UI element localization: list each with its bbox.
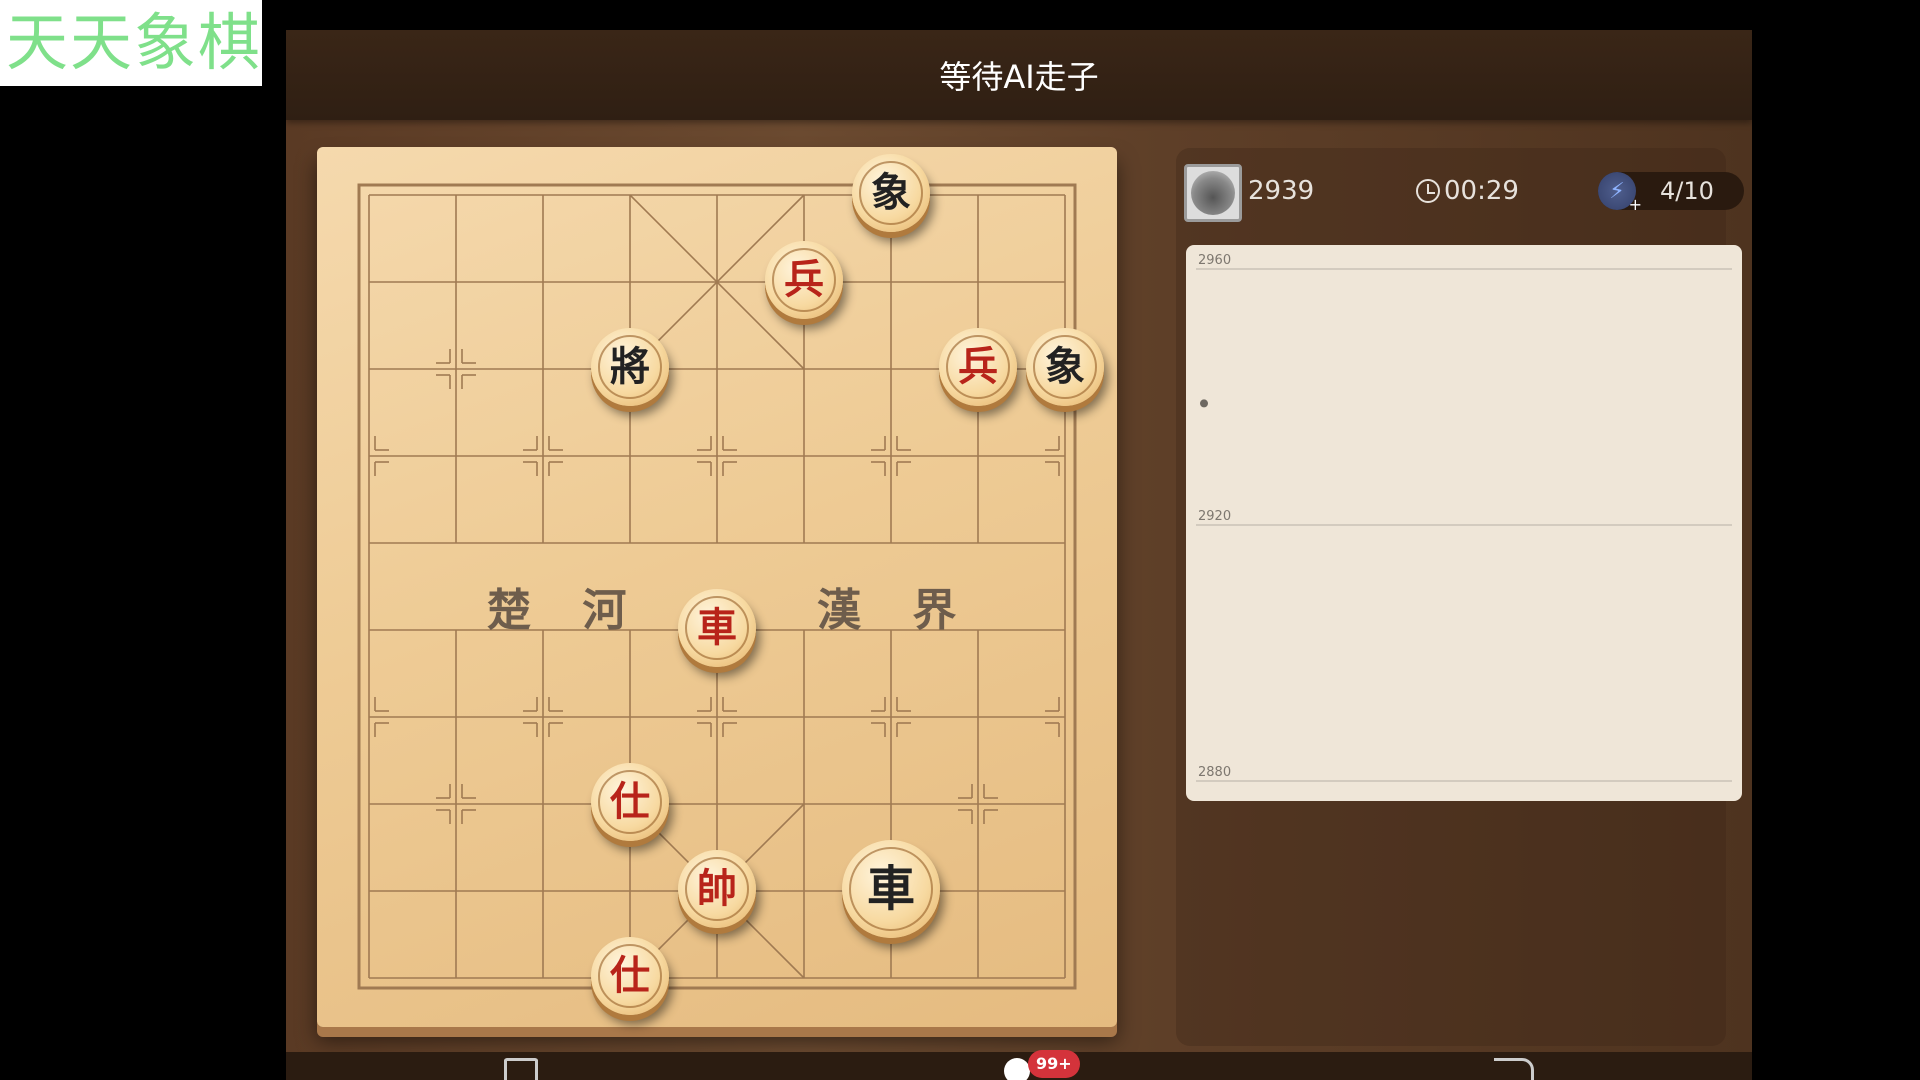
notification-badge: 99+ [1028, 1050, 1080, 1078]
river-label-han-jie: 漢 界 [817, 585, 975, 636]
lightning-icon: ⚡ + [1598, 172, 1642, 214]
piece-glyph: 將 [610, 343, 650, 390]
red-piece[interactable]: 兵 [765, 241, 843, 319]
data-point [1200, 399, 1208, 408]
piece-glyph: 帥 [697, 865, 737, 912]
ai-avatar-icon [1191, 171, 1235, 215]
black-piece[interactable]: 將 [591, 328, 669, 406]
timer-value: 00:29 [1444, 176, 1519, 206]
y-tick-label: 2880 [1198, 765, 1231, 780]
river-label-chu-he: 楚 河 [487, 585, 645, 636]
piece-glyph: 仕 [610, 952, 650, 999]
chess-board[interactable]: 楚 河 漢 界 象兵將兵象車仕帥車仕 [317, 147, 1117, 1027]
opponent-rating: 2939 [1248, 176, 1315, 206]
piece-glyph: 象 [1045, 343, 1085, 390]
piece-glyph: 仕 [610, 778, 650, 825]
undo-icon[interactable] [504, 1058, 538, 1080]
piece-glyph: 車 [866, 861, 915, 917]
side-panel: 2939 00:29 ⚡ + 4/10 2960 2920 2880 [1176, 148, 1744, 1046]
red-piece[interactable]: 車 [678, 589, 756, 667]
piece-glyph: 兵 [958, 343, 998, 390]
piece-glyph: 象 [871, 169, 911, 216]
xiangqi-app: 等待AI走子 楚 河 漢 界 象兵將兵象車仕帥車仕 2939 00:29 ⚡ + … [286, 30, 1752, 1080]
watermark: 天天象棋 [0, 0, 262, 86]
red-piece[interactable]: 帥 [678, 850, 756, 928]
clock-icon [1416, 179, 1440, 203]
black-piece[interactable]: 車 [842, 840, 940, 938]
title-bar: 等待AI走子 [286, 30, 1752, 120]
evaluation-chart-svg: 2960 2920 2880 [1196, 253, 1732, 782]
chat-icon[interactable] [1004, 1058, 1030, 1080]
piece-glyph: 車 [697, 604, 737, 651]
y-tick-label: 2920 [1198, 509, 1231, 524]
opponent-info-bar: 2939 00:29 ⚡ + 4/10 [1184, 162, 1744, 224]
red-piece[interactable]: 仕 [591, 763, 669, 841]
black-piece[interactable]: 象 [852, 154, 930, 232]
page-title: 等待AI走子 [939, 58, 1099, 96]
boost-count: 4/10 [1660, 177, 1714, 205]
plus-icon: + [1628, 195, 1642, 214]
y-tick-label: 2960 [1198, 253, 1231, 268]
move-timer: 00:29 [1416, 176, 1519, 206]
evaluation-chart: 2960 2920 2880 [1186, 245, 1742, 801]
opponent-avatar[interactable] [1184, 164, 1242, 222]
piece-glyph: 兵 [784, 256, 824, 303]
red-piece[interactable]: 仕 [591, 937, 669, 1015]
black-piece[interactable]: 象 [1026, 328, 1104, 406]
share-icon[interactable] [1494, 1058, 1534, 1080]
hint-boost-button[interactable]: ⚡ + 4/10 [1598, 172, 1744, 214]
bottom-toolbar: 99+ [286, 1050, 1752, 1080]
red-piece[interactable]: 兵 [939, 328, 1017, 406]
